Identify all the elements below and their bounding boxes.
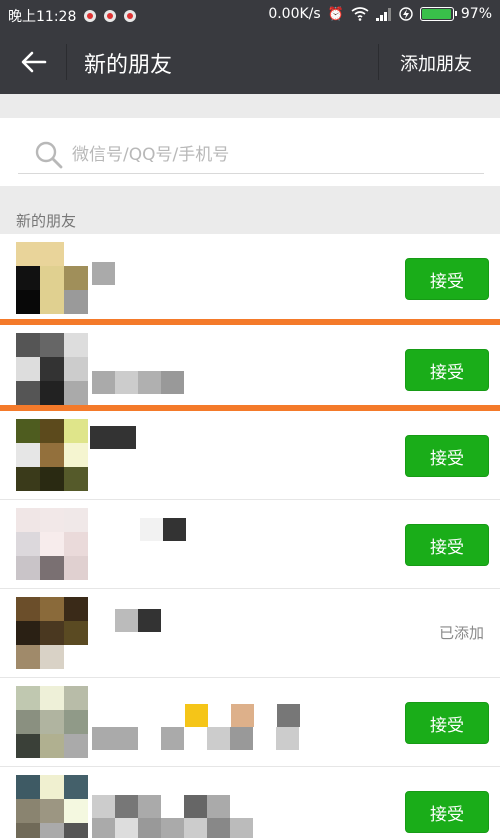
list-item[interactable]: 接受 (0, 500, 500, 589)
battery-icon (419, 7, 457, 21)
list-item[interactable]: 接受 (0, 411, 500, 500)
list-item[interactable]: 已添加 (0, 589, 500, 678)
wifi-icon (351, 7, 369, 21)
page-title: 新的朋友 (84, 53, 173, 78)
accept-button[interactable]: 接受 (405, 702, 489, 744)
avatar (16, 242, 88, 314)
avatar (16, 333, 88, 405)
divider (66, 44, 67, 80)
title-bar: 新的朋友 添加朋友 (0, 30, 500, 94)
added-status: 已添加 (438, 624, 484, 642)
accept-button[interactable]: 接受 (405, 435, 489, 477)
name-placeholder (92, 727, 299, 750)
back-arrow-icon (21, 51, 47, 73)
name-placeholder (115, 609, 161, 632)
charging-icon (399, 7, 413, 21)
status-time: 晚上11:28 (8, 9, 77, 25)
notification-icon (124, 10, 137, 22)
name-placeholder (140, 518, 186, 541)
search-box[interactable] (18, 136, 484, 174)
avatar (16, 686, 88, 758)
avatar (16, 597, 88, 669)
battery-percent: 97% (460, 6, 492, 22)
accept-button[interactable]: 接受 (405, 524, 489, 566)
list-item[interactable]: 接受 (0, 767, 500, 838)
name-placeholder (185, 704, 300, 727)
name-placeholder (92, 795, 230, 818)
accept-button[interactable]: 接受 (405, 258, 489, 300)
avatar (16, 775, 88, 838)
back-button[interactable] (14, 44, 54, 80)
notification-icon (84, 10, 97, 22)
accept-button[interactable]: 接受 (405, 349, 489, 391)
list-item[interactable]: 接受 (0, 325, 500, 414)
name-placeholder (92, 371, 184, 394)
list-item[interactable]: 接受 (0, 678, 500, 767)
search-area (0, 118, 500, 186)
spacer (0, 94, 500, 118)
section-header: 新的朋友 (0, 186, 500, 234)
accept-button[interactable]: 接受 (405, 791, 489, 833)
name-placeholder (92, 262, 115, 285)
net-speed: 0.00K/s (268, 6, 321, 22)
alarm-icon: ⏰ (327, 6, 344, 22)
signal-icon (375, 7, 391, 21)
name-placeholder (92, 818, 253, 838)
add-friend-button[interactable]: 添加朋友 (400, 50, 472, 76)
avatar (16, 419, 88, 491)
avatar (16, 508, 88, 580)
search-input[interactable] (72, 144, 452, 165)
status-bar: 晚上11:28 0.00K/s ⏰ 97% (0, 0, 500, 30)
notification-icon (104, 10, 117, 22)
divider (378, 44, 379, 80)
search-icon (35, 141, 63, 168)
list-item[interactable]: 接受 (0, 234, 500, 323)
name-placeholder (90, 426, 136, 449)
